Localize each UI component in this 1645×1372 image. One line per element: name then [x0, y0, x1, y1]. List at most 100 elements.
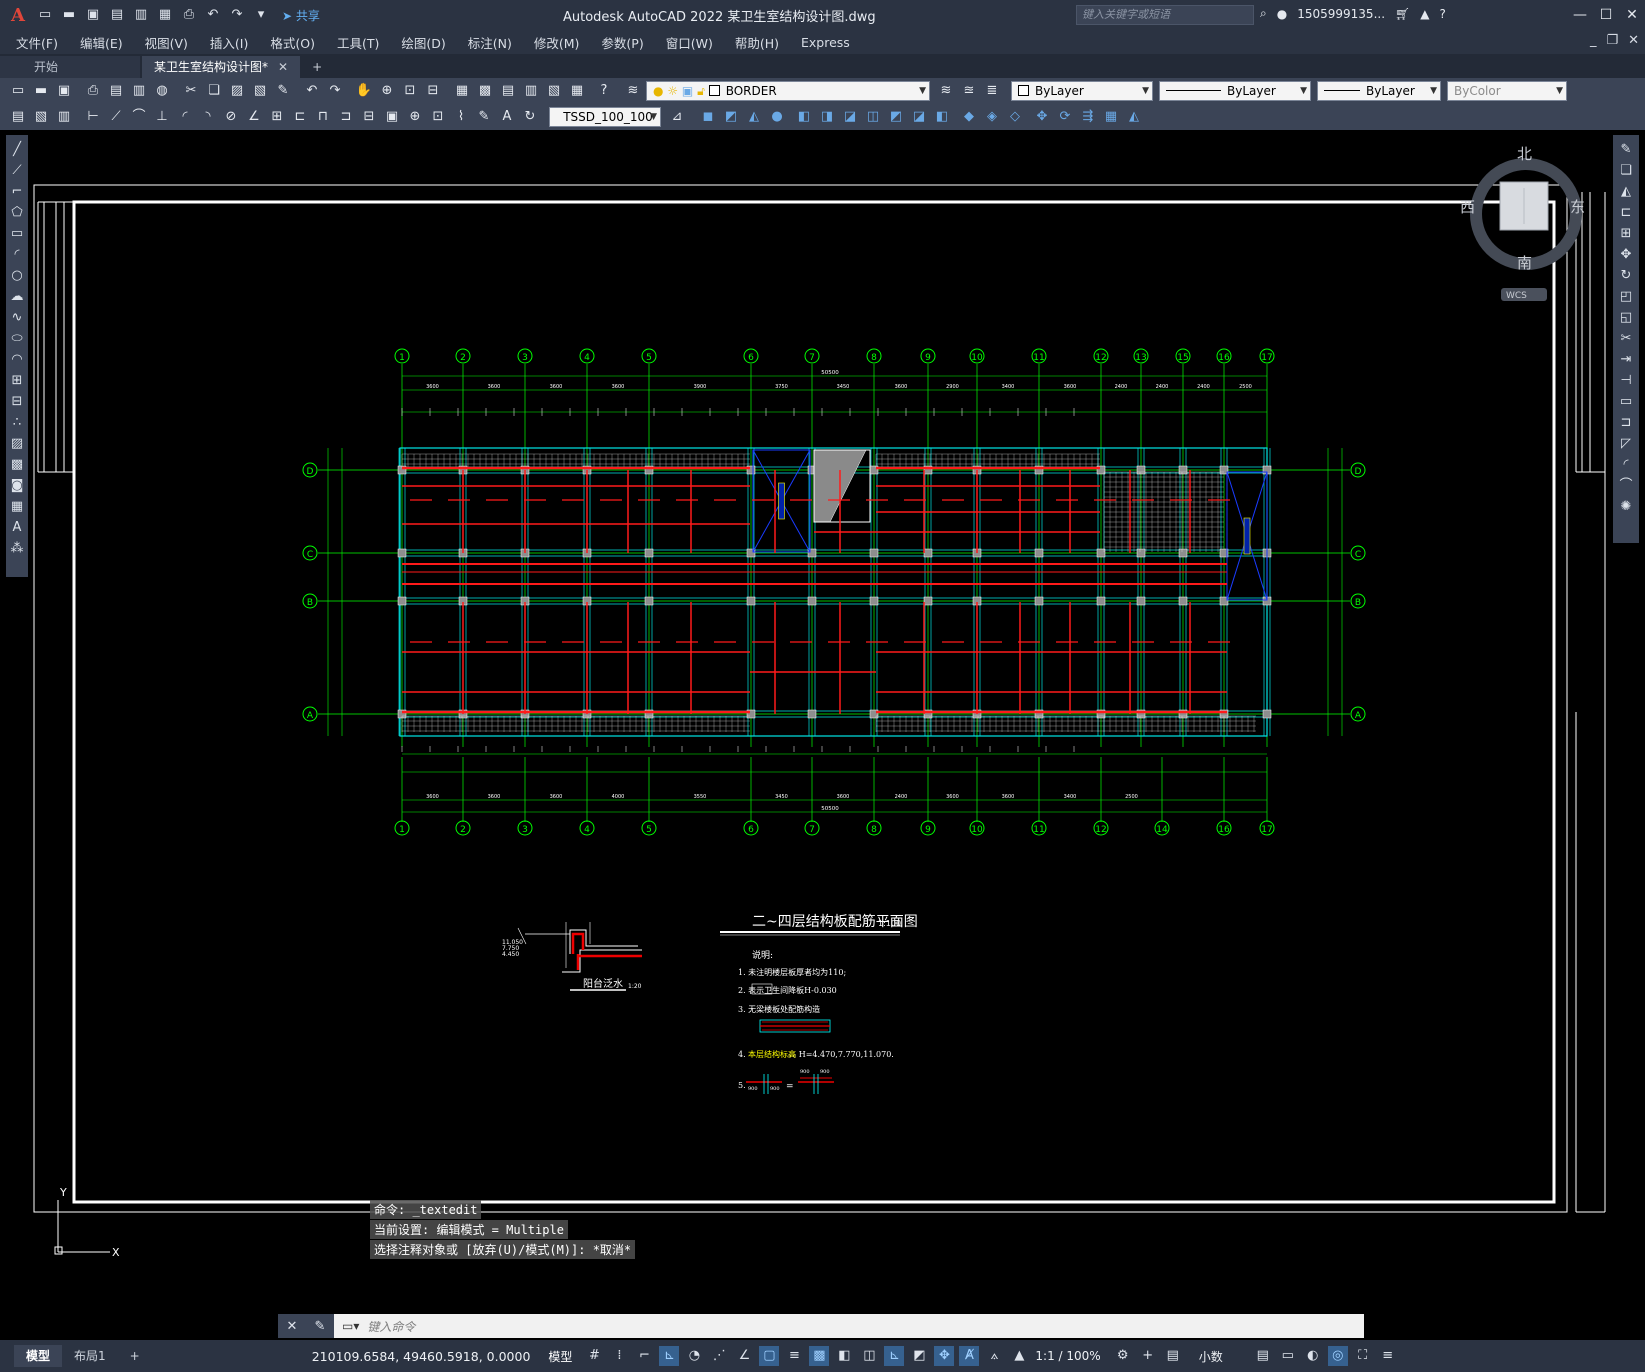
tolerance-icon[interactable]: ▣ — [382, 107, 402, 127]
polar-icon[interactable]: ⊾ — [659, 1346, 680, 1366]
linetype-dropdown[interactable]: ByLayer ▼ — [1159, 81, 1311, 101]
menu-format[interactable]: 格式(O) — [270, 33, 315, 52]
3d-mirror-icon[interactable]: ◭ — [1124, 107, 1144, 127]
rectangle-icon[interactable]: ▭ — [8, 223, 26, 244]
redo-icon[interactable]: ↷ — [325, 81, 345, 101]
3d-rotate-icon[interactable]: ⟳ — [1055, 107, 1075, 127]
point-icon[interactable]: ∴ — [8, 412, 26, 433]
help-icon[interactable]: ? — [594, 81, 614, 101]
add-layout-button[interactable]: + — [118, 1345, 152, 1367]
customize-icon[interactable]: ✎ — [315, 1319, 326, 1334]
cart-icon[interactable]: 🛒︎ — [1395, 7, 1410, 21]
plot-icon[interactable]: ⎙ — [83, 81, 103, 101]
intersect-icon[interactable]: ◧ — [932, 107, 952, 127]
subtract-icon[interactable]: ◪ — [909, 107, 929, 127]
ordinate-icon[interactable]: ⊥ — [152, 107, 172, 127]
plus-icon[interactable]: + — [1138, 1346, 1158, 1366]
aligned-dim-icon[interactable]: ⟋ — [106, 107, 126, 127]
erase-icon[interactable]: ✎ — [1617, 139, 1635, 160]
baseline-icon[interactable]: ⊏ — [290, 107, 310, 127]
3d-move-icon[interactable]: ✥ — [1032, 107, 1052, 127]
center-mark-icon[interactable]: ⊕ — [405, 107, 425, 127]
viewcube-west[interactable]: 西 — [1460, 198, 1475, 216]
layer-dropdown[interactable]: ● ☼ ▣ 🔓︎ BORDER ▼ — [646, 81, 930, 101]
share-button[interactable]: ➤ 共享 — [282, 7, 320, 24]
angular-icon[interactable]: ∠ — [244, 107, 264, 127]
user-icon[interactable]: ● — [1277, 7, 1287, 21]
doc-close-icon[interactable]: ✕ — [1628, 33, 1639, 48]
layer-state-icon[interactable]: ≣ — [982, 81, 1002, 101]
paste-special-icon[interactable]: ▧ — [250, 81, 270, 101]
interfere-icon[interactable]: ◇ — [1005, 107, 1025, 127]
layer-properties-icon[interactable]: ≋ — [623, 81, 643, 101]
annotation-scale-icon[interactable]: ▲ — [1009, 1346, 1029, 1366]
viewcube-north[interactable]: 北 — [1517, 145, 1532, 163]
doc-minimize-icon[interactable]: _ — [1590, 33, 1597, 48]
layer-previous-icon[interactable]: ≊ — [959, 81, 979, 101]
snap-icon[interactable]: ⁞ — [609, 1346, 629, 1366]
extend-icon[interactable]: ⇥ — [1617, 349, 1635, 370]
save-icon[interactable]: ▣ — [54, 81, 74, 101]
match-properties-icon[interactable]: ✎ — [273, 81, 293, 101]
calculator-icon[interactable]: ▦ — [567, 81, 587, 101]
make-block-icon[interactable]: ⊟ — [8, 391, 26, 412]
rotate-icon[interactable]: ↻ — [1617, 265, 1635, 286]
3d-osnap-icon[interactable]: ◫ — [859, 1346, 879, 1366]
make-current-icon[interactable]: ≋ — [936, 81, 956, 101]
gear-icon[interactable]: ⚙ — [1113, 1346, 1133, 1366]
quick-properties-icon[interactable]: ▤ — [1253, 1346, 1273, 1366]
osnap-icon[interactable]: ▢ — [759, 1346, 780, 1366]
construction-line-icon[interactable]: ⟋ — [8, 160, 26, 181]
menu-file[interactable]: 文件(F) — [16, 33, 58, 52]
viewcube[interactable]: 北 南 西 东 WCS — [1460, 145, 1585, 301]
hatch-icon[interactable]: ▨ — [8, 433, 26, 454]
continue-icon[interactable]: ⊓ — [313, 107, 333, 127]
tool-palettes-icon[interactable]: ▤ — [498, 81, 518, 101]
break-point-icon[interactable]: ⊣ — [1617, 370, 1635, 391]
menu-modify[interactable]: 修改(M) — [534, 33, 580, 52]
section-icon[interactable]: ◈ — [982, 107, 1002, 127]
tab-start[interactable]: 开始 — [0, 56, 140, 78]
union-icon[interactable]: ◩ — [886, 107, 906, 127]
dimstyle-dropdown[interactable]: TSSD_100_100 ▼ — [549, 107, 661, 127]
offset-icon[interactable]: ⊏ — [1617, 202, 1635, 223]
move-icon[interactable]: ✥ — [1617, 244, 1635, 265]
jogged-icon[interactable]: ◝ — [198, 107, 218, 127]
dim-text-edit-icon[interactable]: A — [497, 107, 517, 127]
sphere-icon[interactable]: ● — [767, 107, 787, 127]
box-icon[interactable]: ◼ — [698, 107, 718, 127]
sheet-set-icon[interactable]: ▥ — [521, 81, 541, 101]
chamfer-icon[interactable]: ◸ — [1617, 433, 1635, 454]
drawing-canvas[interactable]: 1 2 3 4 5 6 7 8 9 10 11 12 13 15 16 17 1 2 3 4 5 6 7 8 9 10 11 12 14… — [30, 132, 1610, 1340]
mtext-icon[interactable]: A — [8, 517, 26, 538]
menu-tools[interactable]: 工具(T) — [337, 33, 379, 52]
recent-commands-icon[interactable]: ▭▾ — [342, 1319, 359, 1333]
new-tab-button[interactable]: + — [302, 56, 332, 78]
autodesk-icon[interactable]: ▲ — [1420, 7, 1429, 21]
markup-icon[interactable]: ▧ — [544, 81, 564, 101]
copy-object-icon[interactable]: ❏ — [1617, 160, 1635, 181]
publish-icon[interactable]: ▥ — [129, 81, 149, 101]
object-snap-tracking-icon[interactable]: ⋰ — [709, 1346, 729, 1366]
stretch-icon[interactable]: ◱ — [1617, 307, 1635, 328]
viewcube-south[interactable]: 南 — [1517, 254, 1532, 272]
tab-model[interactable]: 模型 — [14, 1345, 63, 1367]
menu-dimension[interactable]: 标注(N) — [468, 33, 512, 52]
region-icon[interactable]: ◙ — [8, 475, 26, 496]
dim-break-icon[interactable]: ⊟ — [359, 107, 379, 127]
dynamic-ucs-icon[interactable]: ⊾ — [884, 1346, 905, 1366]
isolate-icon[interactable]: ◐ — [1303, 1346, 1323, 1366]
circle-icon[interactable]: ○ — [8, 265, 26, 286]
auto-scale-icon[interactable]: ⟑ — [984, 1346, 1004, 1366]
paste-icon[interactable]: ▨ — [227, 81, 247, 101]
explode-icon[interactable]: ✺ — [1617, 496, 1635, 517]
slice-icon[interactable]: ◆ — [959, 107, 979, 127]
cut-icon[interactable]: ✂ — [181, 81, 201, 101]
undo-icon[interactable]: ↶ — [302, 81, 322, 101]
menu-window[interactable]: 窗口(W) — [666, 33, 713, 52]
menu-help[interactable]: 帮助(H) — [735, 33, 779, 52]
units-icon[interactable]: ▤ — [1163, 1346, 1183, 1366]
trim-icon[interactable]: ✂ — [1617, 328, 1635, 349]
linear-dim-icon[interactable]: ⊢ — [83, 107, 103, 127]
gradient-icon[interactable]: ▩ — [8, 454, 26, 475]
